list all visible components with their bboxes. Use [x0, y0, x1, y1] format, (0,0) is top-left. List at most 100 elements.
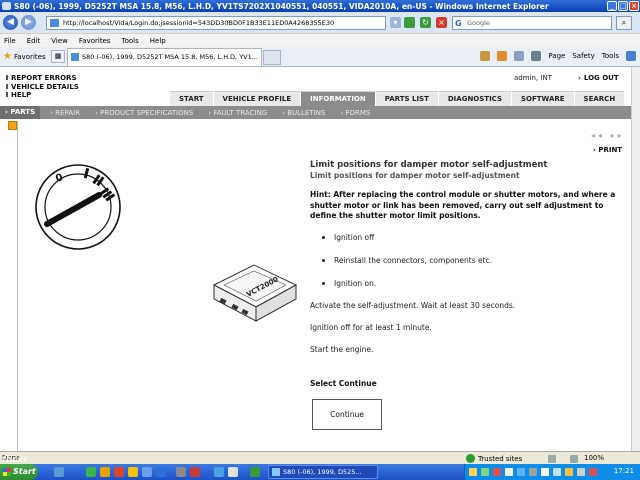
- quicklaunch-app-icon[interactable]: [228, 467, 238, 477]
- minimize-button[interactable]: _: [607, 1, 617, 11]
- start-button[interactable]: Start: [0, 464, 38, 480]
- protected-mode-icon[interactable]: [548, 455, 556, 463]
- print-link[interactable]: PRINT: [593, 146, 622, 154]
- list-item: Ignition off: [322, 233, 622, 242]
- address-input[interactable]: http://localhost/Vida/Login.do;jsessioni…: [46, 16, 386, 30]
- help-icon[interactable]: [626, 51, 636, 61]
- feeds-icon[interactable]: [497, 51, 508, 61]
- back-button[interactable]: ◀: [3, 15, 18, 30]
- tools-menu[interactable]: Tools: [602, 52, 619, 60]
- quicklaunch-app-icon[interactable]: [142, 467, 152, 477]
- window-title-bar: S80 (-06), 1999, D5252T MSA 15.8, M56, L…: [0, 0, 640, 12]
- tray-icon[interactable]: [577, 468, 585, 476]
- system-tray: 17:21: [464, 464, 640, 480]
- menu-file[interactable]: File: [4, 37, 16, 45]
- security-zone[interactable]: Trusted sites: [466, 454, 522, 463]
- quicklaunch-app-icon[interactable]: [250, 467, 260, 477]
- quicklaunch-desktop-icon[interactable]: [54, 467, 64, 477]
- quicklaunch-app-icon[interactable]: [190, 467, 200, 477]
- tree-marker-icon[interactable]: [8, 121, 17, 130]
- quicklaunch-app-icon[interactable]: [214, 467, 224, 477]
- tab-title: S80 (-06), 1999, D5252T MSA 15.8, M56, L…: [82, 53, 258, 61]
- menu-tools[interactable]: Tools: [122, 37, 139, 45]
- report-errors-link[interactable]: REPORT ERRORS: [6, 74, 79, 83]
- browser-tab[interactable]: S80 (-06), 1999, D5252T MSA 15.8, M56, L…: [67, 48, 262, 66]
- ie-icon: [2, 2, 11, 10]
- taskbar-item-ie[interactable]: S80 (-06), 1999, D525...: [268, 465, 378, 479]
- address-toolbar: ◀ ▶ http://localhost/Vida/Login.do;jsess…: [0, 12, 640, 33]
- quicklaunch-app-icon[interactable]: [176, 467, 186, 477]
- menu-bar: File Edit View Favorites Tools Help: [0, 34, 640, 47]
- step-activate: Activate the self-adjustment. Wait at le…: [310, 301, 516, 310]
- mail-icon[interactable]: [514, 51, 525, 61]
- maximize-button[interactable]: □: [618, 1, 628, 11]
- subnav-fault-tracing[interactable]: FAULT TRACING: [208, 109, 267, 117]
- quicklaunch-app-icon[interactable]: [128, 467, 138, 477]
- tray-icon[interactable]: [493, 468, 501, 476]
- tab-information[interactable]: INFORMATION: [300, 91, 375, 106]
- vertical-scrollbar[interactable]: [631, 67, 640, 451]
- network-icon[interactable]: [553, 468, 561, 476]
- volume-icon[interactable]: [541, 468, 549, 476]
- subnav-bulletins[interactable]: BULLETINS: [282, 109, 325, 117]
- tray-icon[interactable]: [481, 468, 489, 476]
- status-bar: Done Trusted sites 100%: [0, 451, 640, 464]
- page-menu[interactable]: Page: [548, 52, 565, 60]
- menu-help[interactable]: Help: [150, 37, 166, 45]
- tab-diagnostics[interactable]: DIAGNOSTICS: [437, 91, 511, 106]
- quicklaunch-app-icon[interactable]: [86, 467, 96, 477]
- close-button[interactable]: ×: [629, 1, 639, 11]
- home-icon[interactable]: [480, 51, 491, 61]
- stop-icon[interactable]: ×: [436, 17, 447, 28]
- logout-link[interactable]: LOG OUT: [578, 74, 619, 82]
- tab-software[interactable]: SOFTWARE: [511, 91, 574, 106]
- subnav-forms[interactable]: FORMS: [340, 109, 370, 117]
- sub-navigation: PARTS REPAIR PRODUCT SPECIFICATIONS FAUL…: [0, 106, 640, 119]
- menu-edit[interactable]: Edit: [27, 37, 41, 45]
- subnav-repair[interactable]: REPAIR: [50, 109, 80, 117]
- quicklaunch-app-icon[interactable]: [100, 467, 110, 477]
- tray-icon[interactable]: [505, 468, 513, 476]
- tray-icon[interactable]: [517, 468, 525, 476]
- help-link[interactable]: HELP: [6, 91, 79, 100]
- page-title: Limit positions for damper motor self-ad…: [310, 160, 548, 170]
- clock[interactable]: 17:21: [614, 467, 634, 475]
- new-tab-button[interactable]: [263, 50, 281, 65]
- quick-tabs-icon[interactable]: ▦: [51, 50, 65, 63]
- tray-icon[interactable]: [589, 468, 597, 476]
- tab-vehicle-profile[interactable]: VEHICLE PROFILE: [212, 91, 301, 106]
- vehicle-details-link[interactable]: VEHICLE DETAILS: [6, 83, 79, 92]
- compat-icon[interactable]: [404, 17, 415, 28]
- tray-icon[interactable]: [565, 468, 573, 476]
- tab-start[interactable]: START: [169, 91, 213, 106]
- window-title: S80 (-06), 1999, D5252T MSA 15.8, M56, L…: [14, 1, 549, 11]
- zoom-level[interactable]: 100%: [584, 454, 604, 462]
- subnav-product-specifications[interactable]: PRODUCT SPECIFICATIONS: [95, 109, 193, 117]
- step-start-engine: Start the engine.: [310, 345, 374, 354]
- continue-button[interactable]: Continue: [312, 399, 382, 430]
- dropdown-icon[interactable]: ▾: [390, 17, 401, 28]
- tab-parts-list[interactable]: PARTS LIST: [374, 91, 438, 106]
- star-icon: ★: [3, 51, 12, 62]
- search-input[interactable]: G Google: [452, 16, 612, 30]
- quicklaunch-ie-icon[interactable]: [156, 467, 166, 477]
- safety-menu[interactable]: Safety: [572, 52, 594, 60]
- page-icon: [50, 19, 59, 27]
- pager-arrows[interactable]: ◂◂ ▸▸: [591, 131, 625, 140]
- tab-search[interactable]: SEARCH: [573, 91, 625, 106]
- print-icon[interactable]: [531, 51, 542, 61]
- forward-button[interactable]: ▶: [21, 15, 36, 30]
- favorites-button[interactable]: ★ Favorites: [3, 51, 46, 62]
- divider: [17, 121, 18, 451]
- menu-favorites[interactable]: Favorites: [79, 37, 111, 45]
- tray-icon[interactable]: [529, 468, 537, 476]
- tray-icon[interactable]: [469, 468, 477, 476]
- search-button[interactable]: ⌕: [616, 16, 632, 30]
- ignition-switch-illustration: 0: [35, 164, 121, 250]
- quicklaunch-app-icon[interactable]: [114, 467, 124, 477]
- subnav-parts[interactable]: PARTS: [0, 106, 41, 119]
- taskbar: Start S80 (-06), 1999, D525... 17:21: [0, 464, 640, 480]
- refresh-icon[interactable]: ↻: [420, 17, 431, 28]
- zoom-icon[interactable]: [570, 455, 578, 463]
- menu-view[interactable]: View: [51, 37, 68, 45]
